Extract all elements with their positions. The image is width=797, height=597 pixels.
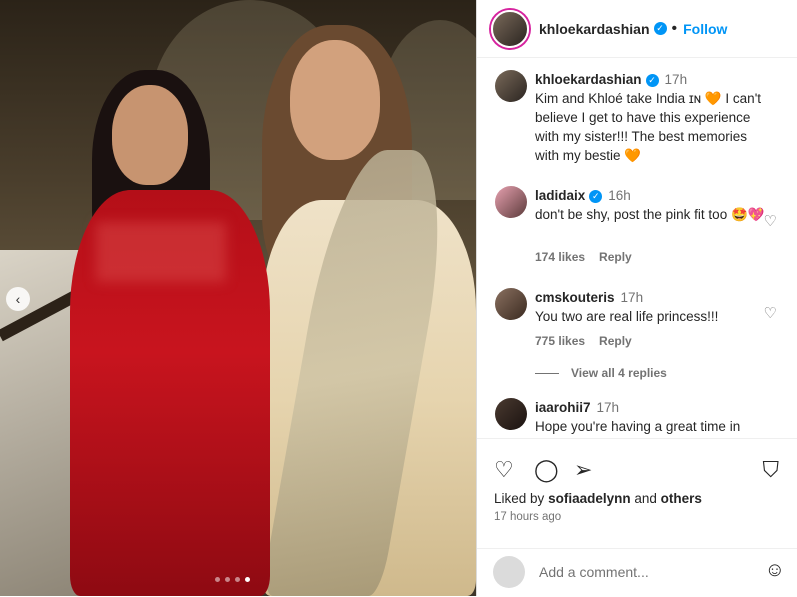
censor-blur <box>96 222 226 282</box>
post-image[interactable]: ‹ <box>0 0 476 596</box>
add-comment-input[interactable] <box>537 563 751 581</box>
author-username[interactable]: khloekardashian <box>539 21 650 37</box>
likes-others-link[interactable]: others <box>661 491 702 506</box>
verified-badge-icon: ✓ <box>589 189 603 203</box>
caption-text: Kim and Khloé take India ɪɴ 🧡 I can't be… <box>535 91 762 163</box>
commenter-avatar[interactable] <box>495 186 527 218</box>
caption-time: 17h <box>664 72 688 87</box>
verified-badge-icon: ✓ <box>645 73 659 87</box>
author-avatar[interactable] <box>491 9 529 48</box>
comment-username[interactable]: cmskouteris <box>535 290 615 305</box>
emoji-icon[interactable]: ☺ <box>765 559 785 582</box>
commenter-avatar[interactable] <box>495 398 527 430</box>
comment-body: cmskouteris 17h You two are real life pri… <box>535 288 765 326</box>
post-actions: ♡ ◯ ➢ ⛉ Liked by sofiaadelynn and others… <box>477 438 797 559</box>
comments-list[interactable]: khloekardashian ✓ 17h Kim and Khloé take I… <box>477 58 797 438</box>
post-timestamp[interactable]: 17 hours ago <box>494 511 561 523</box>
heart-icon[interactable]: ♡ <box>494 457 514 483</box>
comment-text: Hope you're having a great time in India… <box>535 419 741 434</box>
post-header: khloekardashian ✓ • Follow <box>477 0 797 58</box>
likes-middle: and <box>634 491 657 506</box>
comment-username[interactable]: ladidaix <box>535 188 585 203</box>
likes-user-link[interactable]: sofiaadelynn <box>548 491 631 506</box>
comment-icon[interactable]: ◯ <box>534 457 559 483</box>
add-comment-bar: ☺ <box>477 548 797 597</box>
comment-text: don't be shy, post the pink fit too 🤩💖 <box>535 207 765 222</box>
verified-badge-icon: ✓ <box>653 22 667 35</box>
carousel-prev-button[interactable]: ‹ <box>6 287 30 311</box>
caption-username[interactable]: khloekardashian <box>535 72 642 87</box>
comment-reply-button[interactable]: Reply <box>599 250 632 264</box>
comment-body: ladidaix ✓ 16h don't be shy, post the pink… <box>535 186 765 224</box>
caption-avatar[interactable] <box>495 70 527 102</box>
comment-meta: 775 likes Reply <box>535 334 646 348</box>
comment-time: 16h <box>608 188 631 203</box>
comment-time: 17h <box>596 400 620 415</box>
follow-button[interactable]: Follow <box>683 21 727 37</box>
post-side-panel: khloekardashian ✓ • Follow khloekardashi… <box>476 0 797 596</box>
comment-body: iaarohii7 17h Hope you're having a great … <box>535 398 765 438</box>
chevron-left-icon: ‹ <box>15 291 21 307</box>
carousel-dots <box>215 577 250 582</box>
header-separator: • <box>671 19 678 37</box>
bookmark-icon[interactable]: ⛉ <box>762 457 779 483</box>
person-right-face <box>290 40 380 160</box>
current-user-avatar <box>493 556 525 588</box>
comment-username[interactable]: iaarohii7 <box>535 400 591 415</box>
likes-summary: Liked by sofiaadelynn and others <box>494 491 702 506</box>
carousel-dot <box>225 577 230 582</box>
comment-likes[interactable]: 775 likes <box>535 334 585 348</box>
likes-prefix: Liked by <box>494 491 545 506</box>
comment-reply-button[interactable]: Reply <box>599 334 632 348</box>
carousel-dot <box>215 577 220 582</box>
comment-time: 17h <box>620 290 644 305</box>
caption-body: khloekardashian ✓ 17h Kim and Khloé take I… <box>535 70 765 165</box>
share-icon[interactable]: ➢ <box>574 457 592 483</box>
comment-meta: 174 likes Reply <box>535 250 646 264</box>
view-replies-button[interactable]: View all 4 replies <box>535 366 667 380</box>
comment-like-heart-icon[interactable]: ♡ <box>764 212 777 230</box>
comment-like-heart-icon[interactable]: ♡ <box>764 304 777 322</box>
commenter-avatar[interactable] <box>495 288 527 320</box>
person-left-face <box>112 85 188 185</box>
comment-text: You two are real life princess!!! <box>535 309 719 324</box>
comment-likes[interactable]: 174 likes <box>535 250 585 264</box>
carousel-dot <box>235 577 240 582</box>
carousel-dot-active <box>245 577 250 582</box>
